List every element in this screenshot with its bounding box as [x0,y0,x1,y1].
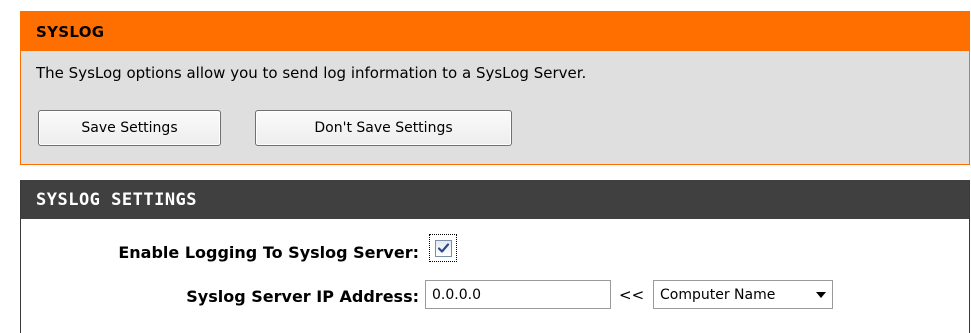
enable-logging-label: Enable Logging To Syslog Server: [118,243,419,262]
syslog-description: The SysLog options allow you to send log… [36,64,587,82]
syslog-server-ip-input[interactable] [425,280,611,309]
enable-logging-checkbox[interactable] [429,234,457,262]
checkmark-icon [437,242,449,253]
syslog-section: SYSLOG The SysLog options allow you to s… [20,11,970,165]
save-settings-button[interactable]: Save Settings [38,110,221,146]
checkbox-box[interactable] [434,239,452,257]
dont-save-settings-button[interactable]: Don't Save Settings [255,110,512,146]
syslog-server-ip-label: Syslog Server IP Address: [186,287,419,306]
triangle-down-icon[interactable] [810,291,832,298]
syslog-header: SYSLOG [21,12,969,51]
syslog-settings-header: SYSLOG SETTINGS [21,180,969,219]
syslog-settings-title: SYSLOG SETTINGS [36,189,198,210]
syslog-settings-section: SYSLOG SETTINGS Enable Logging To Syslog… [20,180,970,333]
computer-name-select[interactable]: Computer Name [653,280,833,309]
syslog-title: SYSLOG [36,22,105,41]
computer-name-select-value: Computer Name [660,286,776,303]
copy-arrows: << [619,286,645,304]
